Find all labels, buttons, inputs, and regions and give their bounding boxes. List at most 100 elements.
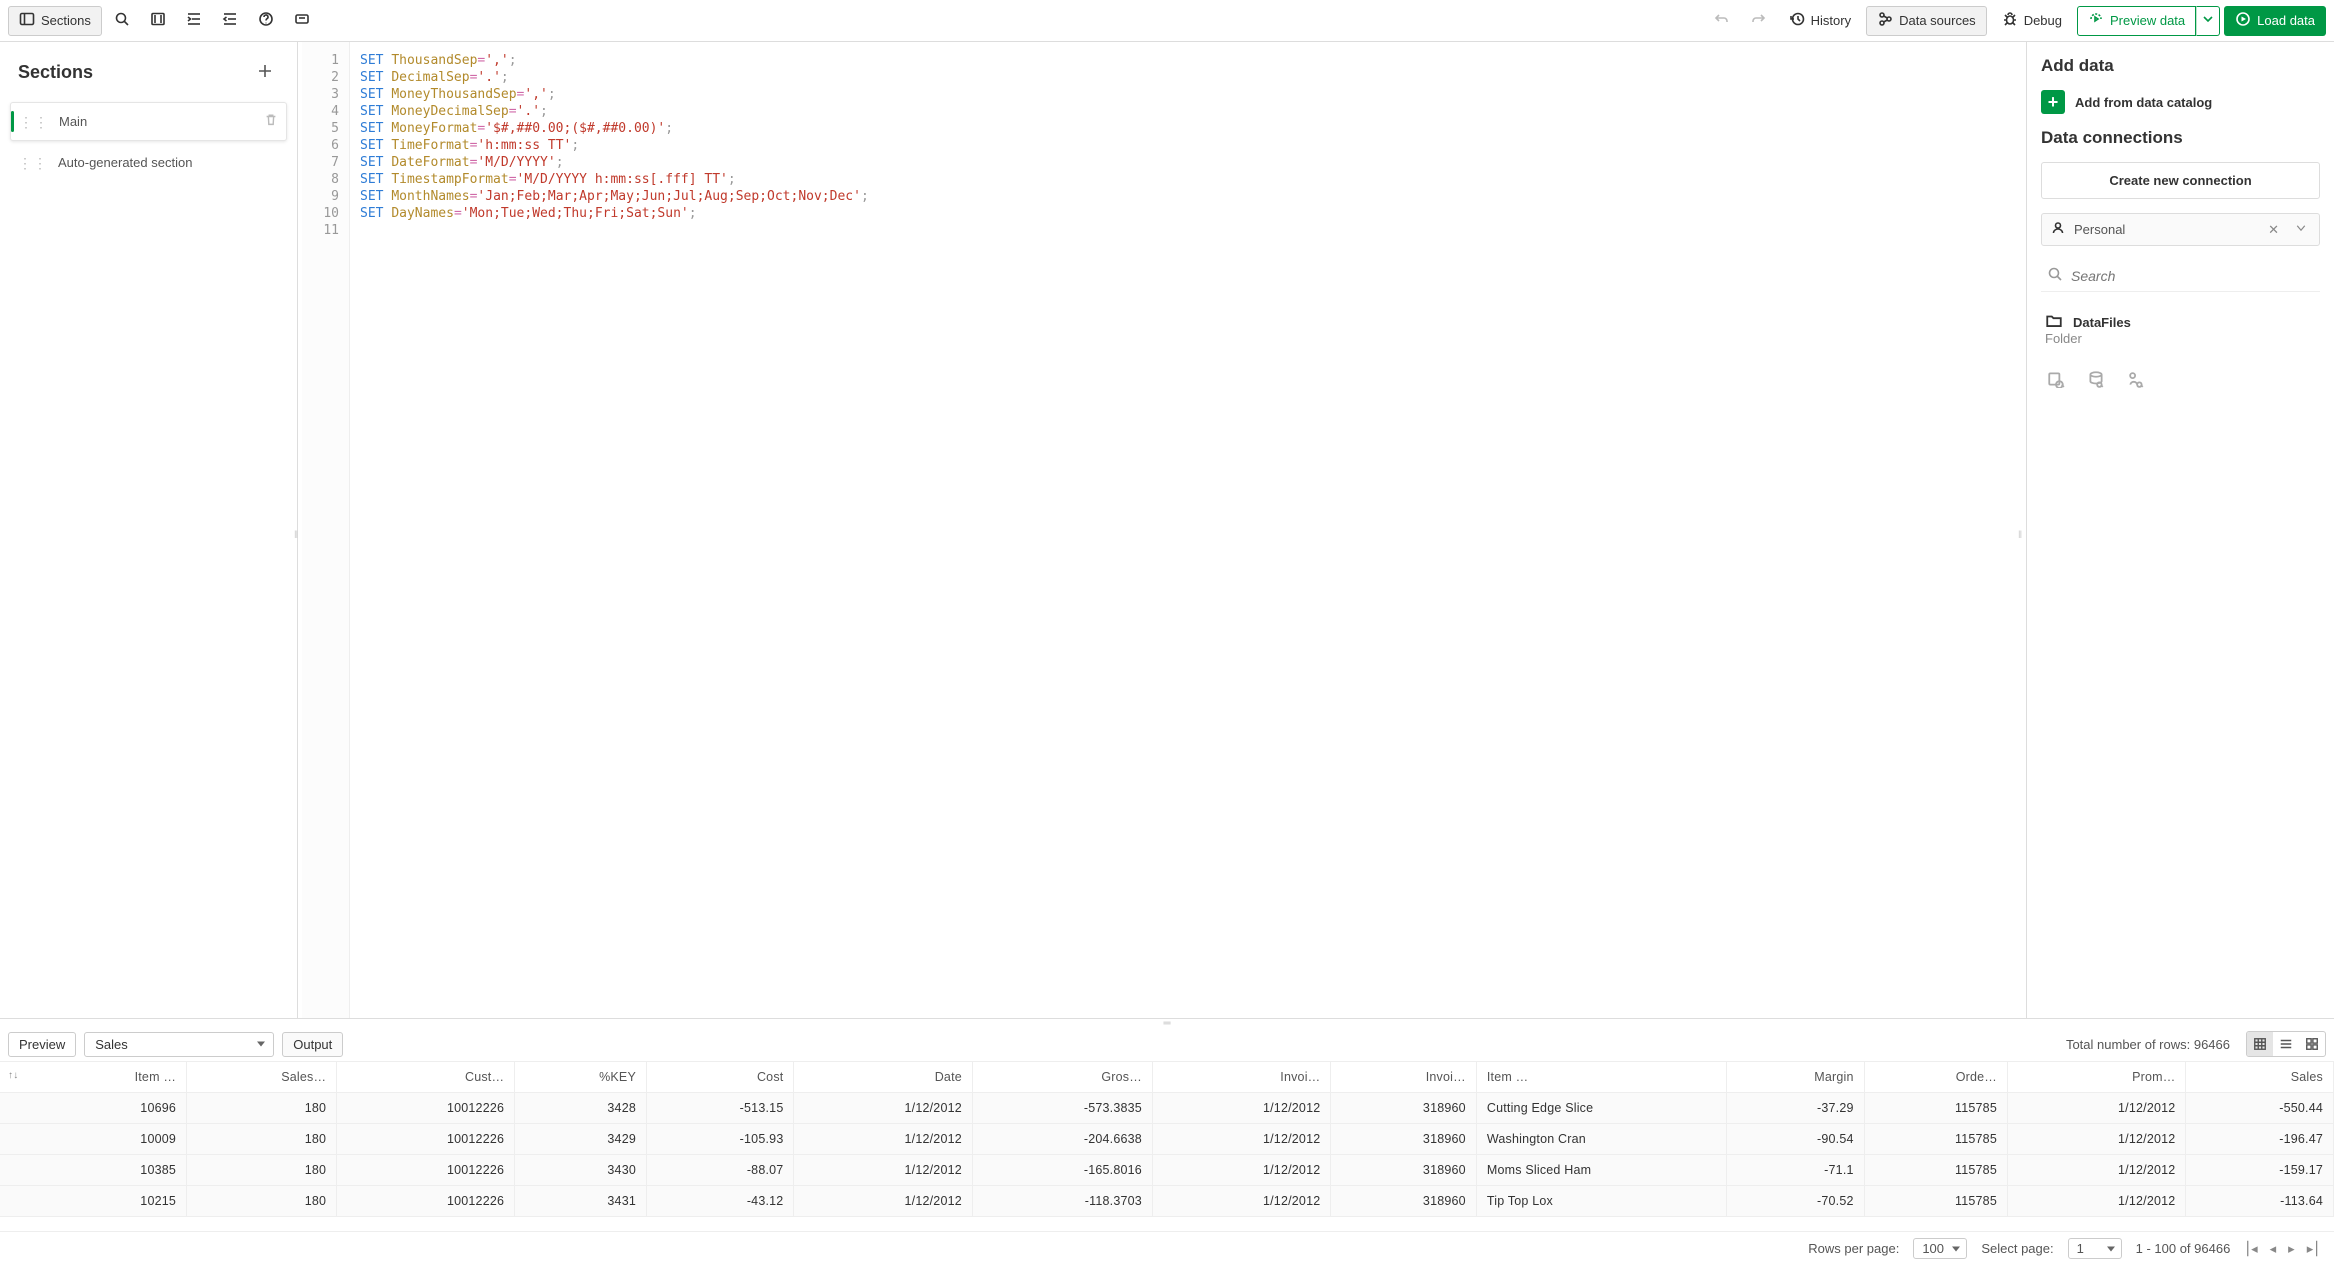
table-row[interactable]: 10385180100122263430-88.071/12/2012-165.… bbox=[0, 1155, 2334, 1186]
prev-page-button[interactable]: ◂ bbox=[2270, 1241, 2277, 1257]
table-cell: 1/12/2012 bbox=[2007, 1093, 2185, 1124]
load-data-button[interactable]: Load data bbox=[2224, 6, 2326, 36]
main-area: Sections ⋮⋮ Main ⋮⋮ Auto-generated secti… bbox=[0, 42, 2334, 1018]
create-connection-button[interactable]: Create new connection bbox=[2041, 162, 2320, 199]
section-item-autogen[interactable]: ⋮⋮ Auto-generated section bbox=[10, 145, 287, 180]
space-icon bbox=[2050, 220, 2066, 239]
column-header[interactable]: Sales… bbox=[187, 1062, 337, 1093]
clear-space-button[interactable]: ✕ bbox=[2264, 222, 2283, 238]
search-button[interactable] bbox=[106, 6, 138, 36]
table-cell: 1/12/2012 bbox=[1152, 1093, 1330, 1124]
first-page-button[interactable]: ⎮◂ bbox=[2244, 1241, 2257, 1257]
outdent-icon bbox=[222, 11, 238, 30]
table-row[interactable]: 10215180100122263431-43.121/12/2012-118.… bbox=[0, 1186, 2334, 1217]
output-tab[interactable]: Output bbox=[282, 1032, 343, 1057]
table-cell: 318960 bbox=[1331, 1186, 1476, 1217]
column-header[interactable]: %KEY bbox=[515, 1062, 647, 1093]
last-page-button[interactable]: ▸⎮ bbox=[2307, 1241, 2320, 1257]
table-row[interactable]: 10696180100122263428-513.151/12/2012-573… bbox=[0, 1093, 2334, 1124]
select-page-label: Select page: bbox=[1981, 1241, 2053, 1256]
column-header[interactable]: Invoi… bbox=[1331, 1062, 1476, 1093]
column-header[interactable]: Cust… bbox=[337, 1062, 515, 1093]
select-data-icon[interactable] bbox=[2045, 368, 2067, 390]
preview-icon bbox=[2088, 11, 2104, 30]
table-cell: 115785 bbox=[1864, 1186, 2007, 1217]
rows-per-page-value: 100 bbox=[1922, 1241, 1944, 1256]
column-header[interactable]: Gros… bbox=[972, 1062, 1152, 1093]
table-cell: 180 bbox=[187, 1186, 337, 1217]
view-grid-icon[interactable] bbox=[2299, 1032, 2325, 1056]
column-header[interactable]: Item … bbox=[0, 1062, 187, 1093]
preview-tab[interactable]: Preview bbox=[8, 1032, 76, 1057]
insert-script-icon[interactable] bbox=[2085, 368, 2107, 390]
connections-search bbox=[2041, 260, 2320, 292]
next-page-button[interactable]: ▸ bbox=[2288, 1241, 2295, 1257]
table-cell: 115785 bbox=[1864, 1155, 2007, 1186]
output-tab-label: Output bbox=[293, 1037, 332, 1052]
preview-panel: ═ Preview Sales Output Total number of r… bbox=[0, 1018, 2334, 1265]
indent-icon bbox=[186, 11, 202, 30]
indent-button[interactable] bbox=[178, 6, 210, 36]
column-header[interactable]: Orde… bbox=[1864, 1062, 2007, 1093]
table-selected-label: Sales bbox=[95, 1037, 128, 1052]
chevron-down-icon[interactable] bbox=[2291, 222, 2311, 237]
column-header[interactable]: Item … bbox=[1476, 1062, 1726, 1093]
redo-icon bbox=[1750, 11, 1766, 30]
page-select[interactable]: 1 bbox=[2068, 1238, 2122, 1259]
preview-data-button[interactable]: Preview data bbox=[2077, 6, 2196, 36]
drag-handle-icon[interactable]: ⋮⋮ bbox=[19, 120, 49, 124]
sidebar-resize-handle[interactable] bbox=[298, 42, 302, 1018]
preview-resize-handle[interactable]: ═ bbox=[0, 1019, 2334, 1027]
script-editor[interactable]: 1234567891011 SET ThousandSep=',';SET De… bbox=[302, 42, 2022, 1018]
code-area[interactable]: SET ThousandSep=',';SET DecimalSep='.';S… bbox=[350, 42, 879, 1018]
table-cell: -573.3835 bbox=[972, 1093, 1152, 1124]
add-section-button[interactable] bbox=[251, 58, 279, 86]
connection-actions bbox=[2041, 360, 2320, 398]
table-cell: Washington Cran bbox=[1476, 1124, 1726, 1155]
insert-button[interactable] bbox=[286, 6, 318, 36]
folder-type: Folder bbox=[2041, 331, 2320, 346]
undo-button[interactable] bbox=[1706, 6, 1738, 36]
table-cell: 1/12/2012 bbox=[1152, 1186, 1330, 1217]
delete-section-button[interactable] bbox=[264, 113, 278, 130]
table-cell: 180 bbox=[187, 1155, 337, 1186]
data-sources-button[interactable]: Data sources bbox=[1866, 6, 1987, 36]
comment-button[interactable] bbox=[142, 6, 174, 36]
view-table-icon[interactable] bbox=[2247, 1032, 2273, 1056]
drag-handle-icon[interactable]: ⋮⋮ bbox=[18, 161, 48, 165]
play-icon bbox=[2235, 11, 2251, 30]
column-header[interactable]: Sales bbox=[2186, 1062, 2334, 1093]
table-cell: 180 bbox=[187, 1124, 337, 1155]
column-header[interactable]: Margin bbox=[1727, 1062, 1865, 1093]
redo-button[interactable] bbox=[1742, 6, 1774, 36]
column-header[interactable]: Date bbox=[794, 1062, 972, 1093]
help-button[interactable] bbox=[250, 6, 282, 36]
section-item-main[interactable]: ⋮⋮ Main bbox=[10, 102, 287, 141]
edit-connection-icon[interactable] bbox=[2125, 368, 2147, 390]
outdent-button[interactable] bbox=[214, 6, 246, 36]
connections-search-input[interactable] bbox=[2071, 268, 2314, 284]
table-selector[interactable]: Sales bbox=[84, 1032, 274, 1057]
history-button[interactable]: History bbox=[1778, 6, 1862, 36]
search-icon bbox=[114, 11, 130, 30]
column-header[interactable]: Invoi… bbox=[1152, 1062, 1330, 1093]
sections-panel-toggle[interactable]: Sections bbox=[8, 6, 102, 36]
sections-sidebar: Sections ⋮⋮ Main ⋮⋮ Auto-generated secti… bbox=[0, 42, 298, 1018]
debug-button[interactable]: Debug bbox=[1991, 6, 2073, 36]
preview-table-wrap: Item …Sales…Cust…%KEYCostDateGros…Invoi…… bbox=[0, 1061, 2334, 1217]
top-toolbar: Sections History Data sources Debug Prev… bbox=[0, 0, 2334, 42]
table-cell: 1/12/2012 bbox=[2007, 1155, 2185, 1186]
view-list-icon[interactable] bbox=[2273, 1032, 2299, 1056]
preview-data-dropdown[interactable] bbox=[2196, 6, 2220, 36]
rightpanel-resize-handle[interactable] bbox=[2022, 42, 2026, 1018]
table-row[interactable]: 10009180100122263429-105.931/12/2012-204… bbox=[0, 1124, 2334, 1155]
plus-icon bbox=[257, 63, 273, 82]
rows-per-page-select[interactable]: 100 bbox=[1913, 1238, 1967, 1259]
help-icon bbox=[258, 11, 274, 30]
h-scrollbar[interactable] bbox=[0, 1217, 2334, 1231]
column-header[interactable]: Prom… bbox=[2007, 1062, 2185, 1093]
add-from-catalog[interactable]: + Add from data catalog bbox=[2041, 90, 2320, 114]
column-header[interactable]: Cost bbox=[647, 1062, 794, 1093]
table-cell: -90.54 bbox=[1727, 1124, 1865, 1155]
space-selector[interactable]: Personal ✕ bbox=[2041, 213, 2320, 246]
